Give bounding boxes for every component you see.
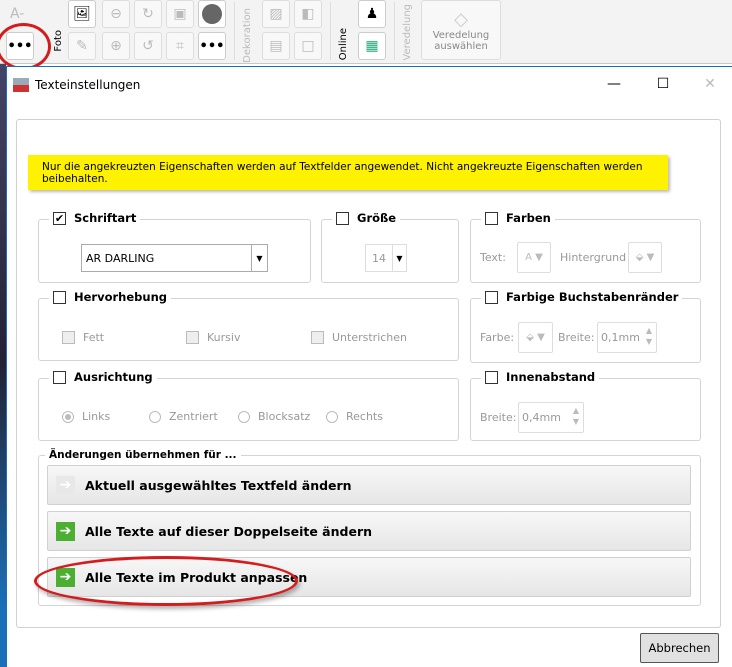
chevron-down-icon: ▼ [251,245,267,271]
outline-color-dropdown[interactable]: ⬙ ▼ [518,322,553,353]
rechts-label: Rechts [346,410,383,423]
background-color-dropdown[interactable]: ⬙ ▼ [628,242,662,273]
add-photo-icon[interactable]: 🖼 [68,0,96,28]
effect-icon[interactable] [198,0,226,28]
outline-width-value: 0,1mm [601,331,640,344]
padding-width-value: 0,4mm [522,411,561,424]
maximize-button[interactable]: ☐ [653,74,673,94]
button-label: Alle Texte auf dieser Doppelseite ändern [85,523,373,539]
arrow-right-icon: ➔ [56,567,75,587]
background-icon[interactable]: ▤ [262,32,290,60]
divider [394,2,395,60]
links-label: Links [82,410,111,423]
radio-zentriert[interactable]: Zentriert [149,410,218,423]
size-select[interactable]: 14 ▼ [365,244,407,272]
fett-checkbox[interactable]: Fett [62,331,104,344]
dialog-title: Texteinstellungen [35,78,141,92]
farben-checkbox[interactable] [485,211,498,225]
buchstabenraender-checkbox[interactable] [485,290,498,304]
ausrichtung-checkbox[interactable] [53,370,66,384]
arrow-right-icon: ➔ [56,475,75,495]
apply-product-button[interactable]: ➔ Alle Texte im Produkt anpassen [47,557,691,597]
radio-links[interactable]: Links [62,410,110,423]
innenabstand-group: Innenabstand [470,370,701,441]
zoom-out-photo-icon[interactable]: ⊖ [102,0,130,28]
font-value: AR DARLING [86,251,155,265]
crop-icon[interactable]: ⌗ [166,32,194,60]
veredelung-button-label: Veredelung auswählen [432,29,490,52]
zoom-in-photo-icon[interactable]: ⊕ [102,32,130,60]
toolbar: A- ••• Foto 🖼 ⊖ ↻ ▣ ✎ ⊕ ↺ ⌗ ••• Dekorati… [0,0,732,64]
apply-label: Änderungen übernehmen für ... [45,449,241,461]
edit-photo-icon[interactable]: ✎ [68,32,96,60]
font-select[interactable]: AR DARLING ▼ [81,244,268,272]
more-label: ••• [199,38,225,54]
apply-spread-button[interactable]: ➔ Alle Texte auf dieser Doppelseite änder… [47,511,691,551]
photo-more-button[interactable]: ••• [198,32,226,60]
buchstabenraender-label: Farbige Buchstabenränder [506,290,679,304]
chevron-down-icon: ▼ [392,245,406,271]
online-gallery-icon[interactable]: ♟ [358,0,386,28]
dekoration-label: Dekoration [242,8,253,63]
more-label: ••• [7,38,33,54]
text-color-dropdown[interactable]: A ▼ [517,242,551,273]
decoration-image-icon[interactable]: ▨ [262,0,290,28]
notice-banner: Nur die angekreuzten Eigenschaften werde… [28,155,668,190]
minimize-button[interactable]: — [604,74,624,94]
close-button[interactable]: ✕ [700,74,720,94]
ausrichtung-label: Ausrichtung [74,370,153,384]
unterstrichen-label: Unterstrichen [332,331,408,344]
undo-rotate-icon[interactable]: ↺ [134,32,162,60]
kursiv-label: Kursiv [207,331,241,344]
radio-blocksatz[interactable]: Blocksatz [238,410,310,423]
diamond-icon: ◇ [454,8,468,30]
zentriert-label: Zentriert [169,410,218,423]
outline-breite-label: Breite: [558,331,595,344]
padding-breite-label: Breite: [480,411,517,424]
kursiv-checkbox[interactable]: Kursiv [186,331,240,344]
innenabstand-label: Innenabstand [506,370,596,384]
hervorhebung-checkbox[interactable] [53,290,66,304]
farbe-label: Farbe: [480,331,515,344]
innenabstand-checkbox[interactable] [485,370,498,384]
online-label: Online [338,28,349,61]
button-label: Aktuell ausgewähltes Textfeld ändern [85,477,352,493]
farben-label: Farben [506,211,551,225]
hervorhebung-label: Hervorhebung [74,290,167,304]
blocksatz-label: Blocksatz [258,410,311,423]
hintergrund-label: Hintergrund [560,251,627,264]
veredelung-button[interactable]: ◇ Veredelung auswählen [421,0,501,60]
groesse-checkbox[interactable] [336,211,349,225]
rotate-icon[interactable]: ↻ [134,0,162,28]
outline-width-spinner[interactable]: 0,1mm ▲ ▼ [597,322,657,353]
size-value: 14 [372,251,386,265]
schriftart-checkbox[interactable]: ✔ [53,211,66,225]
add-online-photo-icon[interactable]: ▦ [358,32,386,60]
veredelung-label: Veredelung [402,4,413,61]
divider [330,2,331,60]
app-icon [13,78,29,92]
cancel-button[interactable]: Abbrechen [640,633,719,663]
schriftart-label: Schriftart [74,211,137,225]
layer-icon[interactable]: ◧ [294,0,322,28]
apply-current-textfield-button[interactable]: ➔ Aktuell ausgewähltes Textfeld ändern [47,465,691,505]
fett-label: Fett [83,331,105,344]
groesse-label: Größe [357,211,397,225]
divider [234,2,235,60]
more-options-button[interactable]: ••• [6,32,34,60]
foto-label: Foto [53,30,64,52]
text-minus-button[interactable]: A- [10,6,24,22]
farben-text-label: Text: [480,251,506,264]
button-label: Alle Texte im Produkt anpassen [85,569,308,585]
padding-width-spinner[interactable]: 0,4mm ▲ ▼ [518,402,584,433]
arrow-right-icon: ➔ [56,521,75,541]
hervorhebung-group: Hervorhebung [38,290,459,361]
swap-photo-icon[interactable]: ▣ [166,0,194,28]
radio-rechts[interactable]: Rechts [326,410,383,423]
frame-icon[interactable]: □ [294,32,322,60]
unterstrichen-checkbox[interactable]: Unterstrichen [311,331,407,344]
